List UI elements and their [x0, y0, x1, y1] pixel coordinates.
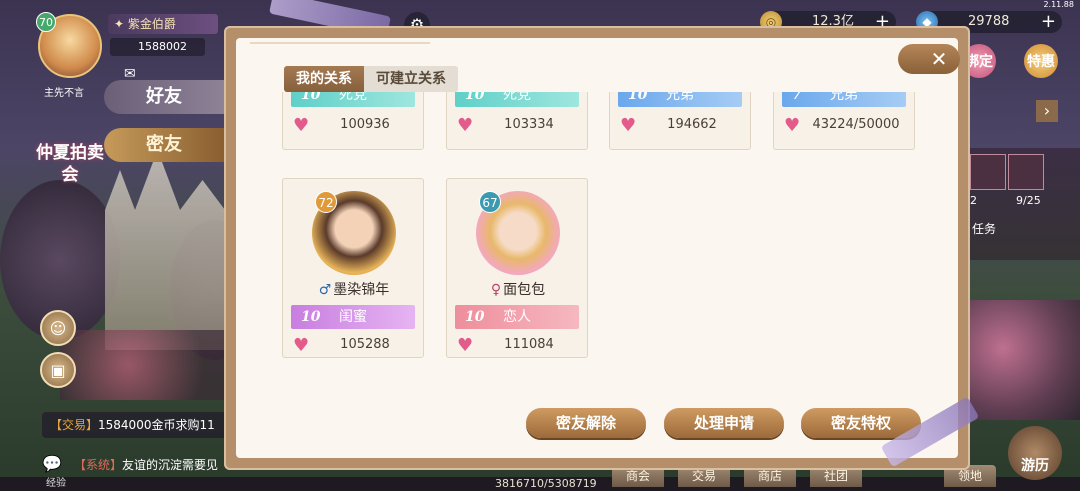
relation-tabs: 我的关系 可建立关系	[284, 66, 458, 92]
relation-name: 死党	[339, 92, 367, 103]
player-title-text: 紫金伯爵	[127, 17, 176, 31]
relation-level: 10	[301, 92, 321, 103]
chat-bubble-icon[interactable]: 💬	[42, 454, 62, 473]
relation-level: 7	[792, 92, 802, 103]
relation-name: 死党	[503, 92, 531, 103]
friend-name: ♀ 面包包	[447, 279, 589, 299]
travel-label: 游历	[1021, 458, 1049, 474]
player-status: 主先不言	[44, 88, 84, 99]
background-castle	[105, 150, 225, 350]
player-title: ✦ 紫金伯爵	[108, 14, 218, 34]
relation-name: 恋人	[503, 309, 531, 325]
relation-tag: 7 兄弟	[782, 92, 906, 107]
task-label: 任务	[972, 222, 997, 236]
relation-list: 10 死党 ♥ 100936 10 死党 ♥ 103334 10 兄弟 ♥ 19466…	[282, 92, 942, 362]
intimacy-score: 43224/50000	[812, 117, 900, 132]
remove-close-friend-button[interactable]: 密友解除	[526, 408, 646, 438]
diamond-amount: 29788	[968, 14, 1010, 29]
relation-card[interactable]: 67 ♀ 面包包 10 恋人 ♥ 111084	[446, 178, 588, 358]
close-icon: ✕	[930, 47, 948, 71]
chat-text: 1584000金币求购11	[98, 418, 215, 432]
social-people-icon[interactable]: ☺	[40, 310, 76, 346]
intimacy-score: 194662	[667, 117, 717, 132]
travel-button[interactable]: 游历	[1008, 426, 1062, 480]
exp-value: 3816710/5308719	[495, 477, 597, 490]
tab-close-friends[interactable]: 密友	[104, 128, 224, 162]
heart-icon: ♥	[457, 115, 474, 136]
heart-icon: ♥	[620, 115, 637, 136]
relation-tag: 10 闺蜜	[291, 305, 415, 329]
relation-card[interactable]: 72 ♂ 墨染锦年 10 闺蜜 ♥ 105288	[282, 178, 424, 358]
add-diamond-button[interactable]: +	[1041, 11, 1056, 33]
female-icon: ♀	[490, 282, 502, 298]
chat-text: 友谊的沉淀需要见	[122, 458, 219, 472]
special-offer-label: 特惠	[1027, 54, 1055, 70]
relation-name: 兄弟	[666, 92, 694, 103]
exp-label: 经验	[46, 478, 66, 489]
version-text: 2.11.88	[1043, 0, 1074, 9]
relation-tag: 10 恋人	[455, 305, 579, 329]
relation-level: 10	[465, 92, 485, 103]
intimacy-score: 105288	[340, 337, 390, 352]
friend-name-text: 面包包	[503, 282, 546, 298]
relation-level: 10	[628, 92, 648, 103]
relation-tag: 10 死党	[455, 92, 579, 107]
player-level-badge: 70	[36, 12, 56, 32]
task-count-b: 9/25	[1016, 194, 1041, 207]
background-flowers	[970, 300, 1080, 420]
tab-available-relations[interactable]: 可建立关系	[364, 66, 458, 92]
dialog-corner-decor	[250, 42, 430, 44]
relation-card[interactable]: 7 兄弟 ♥ 43224/50000	[773, 92, 915, 150]
relation-level: 10	[465, 309, 485, 325]
chat-tag: 【交易】	[50, 418, 99, 432]
heart-icon: ♥	[784, 115, 801, 136]
chat-message[interactable]: 【交易】1584000金币求购11	[42, 412, 232, 438]
intimacy-score: 103334	[504, 117, 554, 132]
relation-level: 10	[301, 309, 321, 325]
heart-icon: ♥	[293, 115, 310, 136]
summer-auction-icon[interactable]: 仲夏拍卖会	[30, 112, 110, 192]
relation-name: 闺蜜	[339, 309, 367, 325]
task-item-slot	[1008, 154, 1044, 190]
intimacy-score: 100936	[340, 117, 390, 132]
chat-message[interactable]: 【系统】友谊的沉淀需要见	[66, 452, 232, 478]
relation-card[interactable]: 10 死党 ♥ 100936	[282, 92, 424, 150]
player-id: 1588002	[110, 38, 205, 56]
right-arrow-icon[interactable]: ›	[1036, 100, 1058, 122]
task-count-a: 2	[970, 194, 977, 207]
tab-my-relations[interactable]: 我的关系	[284, 66, 364, 92]
friend-level-badge: 67	[479, 191, 501, 213]
relation-tag: 10 死党	[291, 92, 415, 107]
background-garden	[60, 330, 230, 400]
gift-box-icon[interactable]: ▣	[40, 352, 76, 388]
relation-tag: 10 兄弟	[618, 92, 742, 107]
friend-name: ♂ 墨染锦年	[283, 279, 425, 299]
chat-tag: 【系统】	[74, 458, 123, 472]
intimacy-score: 111084	[504, 337, 554, 352]
tab-friends[interactable]: 好友	[104, 80, 224, 114]
heart-icon: ♥	[457, 335, 474, 356]
handle-requests-button[interactable]: 处理申请	[664, 408, 784, 438]
male-icon: ♂	[318, 282, 332, 298]
relation-card[interactable]: 10 死党 ♥ 103334	[446, 92, 588, 150]
relation-card[interactable]: 10 兄弟 ♥ 194662	[609, 92, 751, 150]
task-item-slot	[970, 154, 1006, 190]
task-panel[interactable]: 2 9/25 任务	[970, 148, 1080, 260]
special-offer-icon[interactable]: 特惠	[1024, 44, 1058, 78]
relation-name: 兄弟	[830, 92, 858, 103]
heart-icon: ♥	[293, 335, 310, 356]
friend-level-badge: 72	[315, 191, 337, 213]
close-button[interactable]: ✕	[898, 44, 960, 74]
friend-name-text: 墨染锦年	[333, 282, 390, 298]
